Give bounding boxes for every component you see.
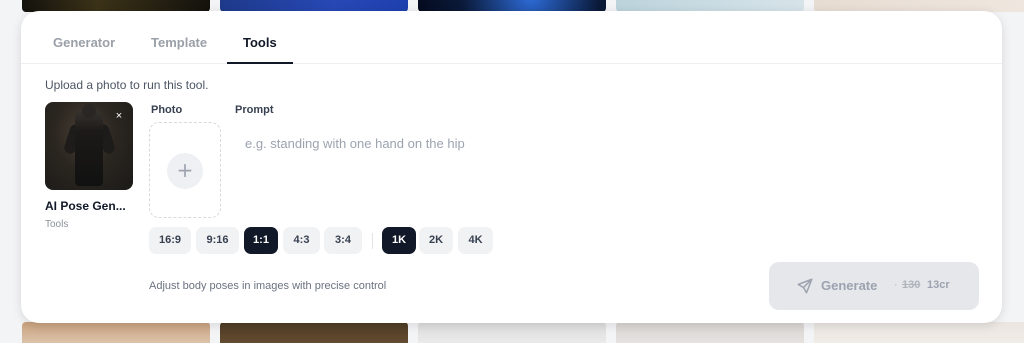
aspect-ratio-16-9[interactable]: 16:9 — [149, 227, 191, 254]
upload-hint: Upload a photo to run this tool. — [45, 78, 209, 92]
prompt-input[interactable] — [235, 131, 975, 155]
resolution-1k[interactable]: 1K — [382, 227, 416, 254]
original-cost: 130 — [902, 279, 921, 291]
tool-name: AI Pose Gen... — [45, 199, 126, 213]
background-thumbnail — [418, 322, 606, 343]
prompt-label: Prompt — [235, 104, 274, 116]
resolution-2k[interactable]: 2K — [419, 227, 453, 254]
background-thumbnail — [814, 322, 1024, 343]
background-thumbnail — [22, 322, 210, 343]
tool-thumbnail: × — [45, 102, 133, 190]
photo-upload-dropzone[interactable]: + — [149, 122, 221, 218]
resolution-4k[interactable]: 4K — [458, 227, 493, 254]
plus-icon: + — [167, 153, 203, 189]
thumbnail-figure — [75, 108, 103, 186]
thumbnail-figure-head — [82, 104, 96, 118]
tab-generator[interactable]: Generator — [53, 35, 115, 50]
option-divider — [372, 233, 373, 249]
background-thumbnail — [616, 322, 804, 343]
generate-label: Generate — [821, 278, 878, 293]
aspect-ratio-3-4[interactable]: 3:4 — [324, 227, 362, 254]
cost-separator: · — [894, 279, 898, 291]
send-icon — [797, 278, 813, 294]
generate-button[interactable]: Generate · 130 13cr — [769, 262, 979, 310]
aspect-ratio-4-3[interactable]: 4:3 — [283, 227, 320, 254]
active-tab-indicator — [227, 62, 293, 64]
discounted-cost: 13cr — [927, 279, 950, 291]
tab-bar: Generator Template Tools — [21, 11, 1002, 64]
tab-tools[interactable]: Tools — [243, 35, 277, 50]
photo-label: Photo — [151, 104, 183, 116]
aspect-ratio-9-16[interactable]: 9:16 — [196, 227, 239, 254]
close-icon[interactable]: × — [113, 110, 125, 122]
aspect-ratio-1-1[interactable]: 1:1 — [244, 227, 278, 254]
tab-template[interactable]: Template — [151, 35, 207, 50]
tool-panel: Generator Template Tools Upload a photo … — [21, 11, 1002, 323]
background-thumbnail — [220, 322, 408, 343]
tool-description: Adjust body poses in images with precise… — [149, 280, 387, 292]
tool-category: Tools — [45, 219, 69, 230]
selected-tool-card[interactable]: × AI Pose Gen... Tools — [45, 102, 133, 230]
